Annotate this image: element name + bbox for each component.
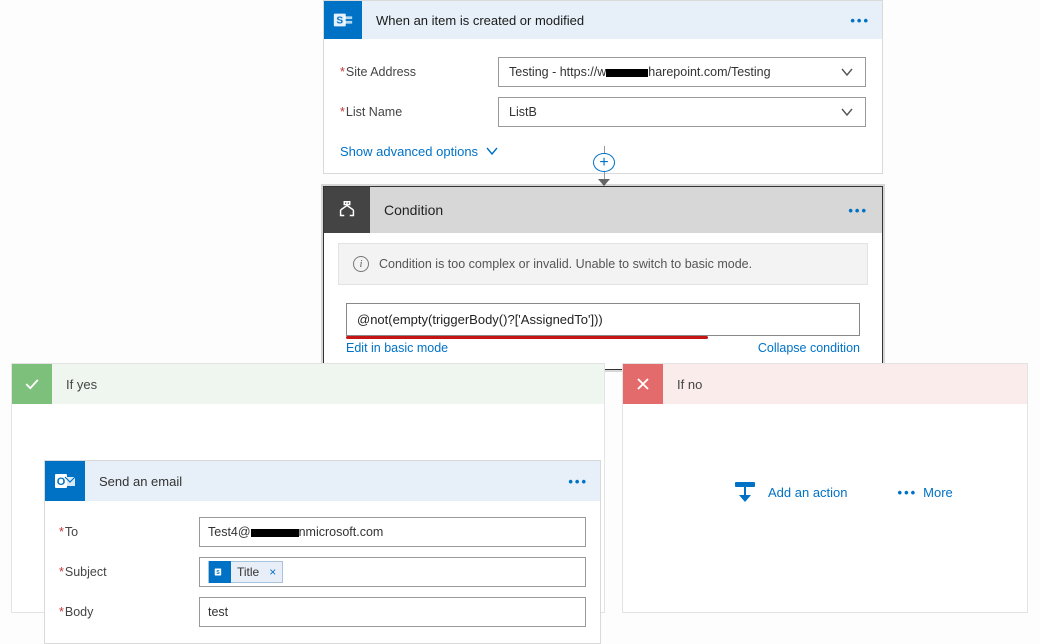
field-to: *To Test4@nmicrosoft.com [59, 517, 586, 547]
list-name-label: List Name [346, 105, 402, 119]
condition-icon [324, 187, 370, 233]
subject-input[interactable]: S Title × [199, 557, 586, 587]
field-body: *Body test [59, 597, 586, 627]
field-list-name: *List Name ListB [340, 97, 866, 127]
condition-card: Condition ••• i Condition is too complex… [323, 186, 883, 370]
arrow-down-icon [598, 179, 610, 186]
email-menu-icon[interactable]: ••• [568, 474, 588, 489]
dynamic-token-title[interactable]: S Title × [208, 561, 283, 583]
condition-menu-icon[interactable]: ••• [848, 203, 868, 218]
if-yes-title: If yes [66, 377, 97, 392]
subject-label: Subject [65, 565, 107, 579]
condition-title: Condition [384, 202, 848, 218]
site-address-select[interactable]: Testing - https://wharepoint.com/Testing [498, 57, 866, 87]
check-icon [12, 364, 52, 404]
show-advanced-link[interactable]: Show advanced options [340, 143, 500, 159]
redacted-text [251, 529, 299, 537]
site-address-label: Site Address [346, 65, 416, 79]
trigger-header[interactable]: S When an item is created or modified ••… [324, 1, 882, 39]
trigger-title: When an item is created or modified [376, 13, 850, 28]
sharepoint-icon: S [209, 561, 231, 583]
chevron-down-icon [839, 104, 855, 120]
redacted-text [606, 69, 648, 77]
more-link[interactable]: •••More [898, 485, 953, 500]
add-action-icon [732, 480, 758, 504]
close-icon [623, 364, 663, 404]
chevron-down-icon [484, 143, 500, 159]
condition-header[interactable]: Condition ••• [324, 187, 882, 233]
add-action-button[interactable]: Add an action [732, 480, 848, 504]
send-email-header[interactable]: O Send an email ••• [45, 461, 600, 501]
body-input[interactable]: test [199, 597, 586, 627]
svg-text:S: S [216, 570, 220, 576]
outlook-icon: O [45, 461, 85, 501]
info-icon: i [353, 256, 369, 272]
svg-text:O: O [57, 476, 66, 488]
body-label: Body [65, 605, 94, 619]
to-label: To [65, 525, 78, 539]
sharepoint-icon: S [324, 1, 362, 39]
field-subject: *Subject S Title × [59, 557, 586, 587]
chevron-down-icon [839, 64, 855, 80]
if-no-title: If no [677, 377, 702, 392]
condition-expression-input[interactable]: @not(empty(triggerBody()?['AssignedTo'])… [346, 303, 860, 336]
token-remove-icon[interactable]: × [269, 565, 276, 579]
field-site-address: *Site Address Testing - https://wharepoi… [340, 57, 866, 87]
add-step-button[interactable]: + [593, 153, 615, 172]
send-email-title: Send an email [99, 474, 568, 489]
collapse-condition-link[interactable]: Collapse condition [758, 341, 860, 355]
condition-warning: i Condition is too complex or invalid. U… [338, 243, 868, 285]
svg-text:S: S [336, 16, 343, 27]
trigger-menu-icon[interactable]: ••• [850, 13, 870, 28]
list-name-select[interactable]: ListB [498, 97, 866, 127]
send-email-card: O Send an email ••• *To Test4@nmicrosoft… [44, 460, 601, 644]
to-input[interactable]: Test4@nmicrosoft.com [199, 517, 586, 547]
edit-basic-mode-link[interactable]: Edit in basic mode [346, 341, 448, 355]
connector: + [603, 146, 605, 186]
